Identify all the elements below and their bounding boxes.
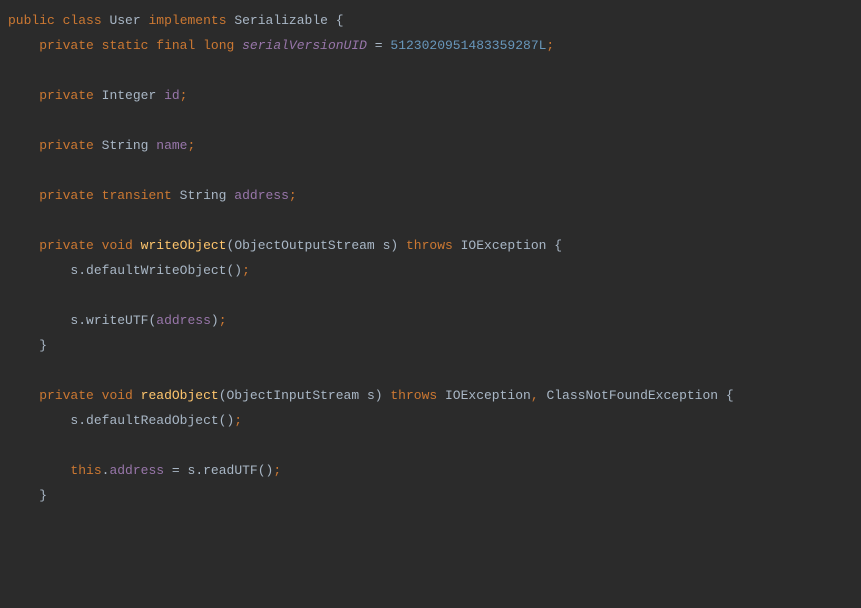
code-line-13: s.writeUTF(address); [8,308,861,333]
code-line-8: private transient String address; [8,183,861,208]
code-line-4: private Integer id; [8,83,861,108]
code-line-5 [8,108,861,133]
code-editor[interactable]: public class User implements Serializabl… [8,8,861,508]
code-line-19: this.address = s.readUTF(); [8,458,861,483]
code-line-14: } [8,333,861,358]
code-line-9 [8,208,861,233]
code-line-17: s.defaultReadObject(); [8,408,861,433]
code-line-11: s.defaultWriteObject(); [8,258,861,283]
code-line-12 [8,283,861,308]
code-line-1: public class User implements Serializabl… [8,8,861,33]
code-line-15 [8,358,861,383]
code-line-2: private static final long serialVersionU… [8,33,861,58]
code-line-7 [8,158,861,183]
code-line-18 [8,433,861,458]
code-line-16: private void readObject(ObjectInputStrea… [8,383,861,408]
code-line-10: private void writeObject(ObjectOutputStr… [8,233,861,258]
code-line-6: private String name; [8,133,861,158]
code-line-3 [8,58,861,83]
code-line-20: } [8,483,861,508]
